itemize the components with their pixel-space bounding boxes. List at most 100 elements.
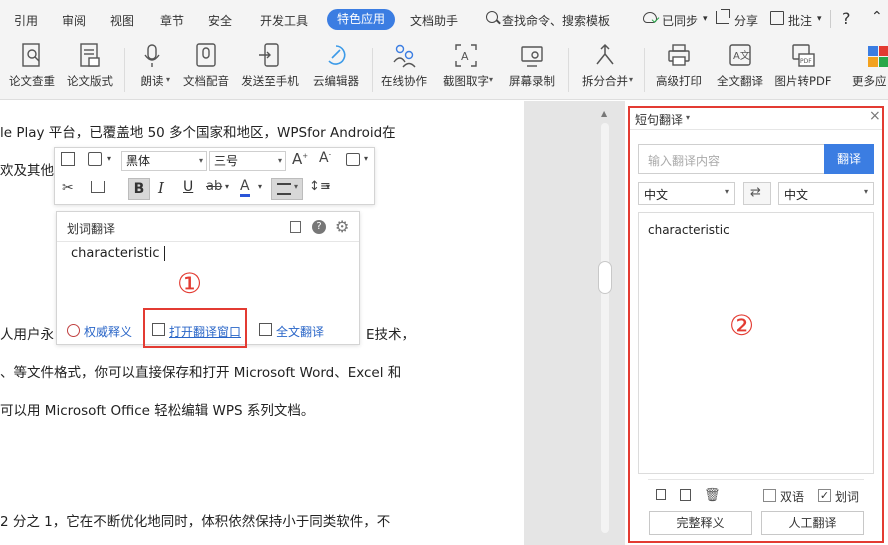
bold-button[interactable]: B bbox=[128, 178, 150, 200]
menu-item-doc-assistant[interactable]: 文档助手 bbox=[410, 12, 458, 29]
translation-result-box[interactable]: characteristic ② bbox=[638, 212, 874, 474]
target-language-select[interactable]: 中文 ▾ bbox=[778, 182, 874, 205]
paste-chevron-down-icon[interactable]: ▾ bbox=[107, 154, 111, 163]
comment-chevron-down-icon[interactable]: ▾ bbox=[817, 14, 822, 24]
sync-status[interactable]: 已同步 bbox=[662, 12, 698, 29]
source-lang-chevron-down-icon: ▾ bbox=[724, 187, 729, 196]
ribbon-divider bbox=[644, 48, 645, 92]
human-translation-button[interactable]: 人工翻译 bbox=[761, 511, 864, 535]
search-commands[interactable]: 查找命令、搜索模板 bbox=[502, 12, 610, 29]
scroll-up-icon[interactable]: ▲ bbox=[601, 109, 607, 118]
online-collab-button[interactable]: 在线协作 bbox=[378, 40, 430, 96]
strikethrough-icon[interactable]: ab bbox=[206, 179, 222, 194]
translation-pane: 短句翻译 ▾ × 输入翻译内容 翻译 中文 ▾ ⇄ 中文 ▾ character… bbox=[628, 106, 884, 543]
full-definition-button[interactable]: 完整释义 bbox=[649, 511, 752, 535]
italic-button[interactable]: I bbox=[158, 179, 164, 197]
delete-icon[interactable]: 🗑 bbox=[704, 488, 721, 503]
more-apps-button[interactable]: 更多应 bbox=[848, 40, 888, 96]
help-circle-icon[interactable]: ? bbox=[312, 220, 326, 234]
target-lang-chevron-down-icon: ▾ bbox=[863, 187, 868, 196]
open-translate-window-link[interactable]: 打开翻译窗口 bbox=[169, 323, 241, 340]
paste-icon[interactable] bbox=[88, 152, 102, 166]
settings-gear-icon[interactable]: ⚙ bbox=[335, 217, 349, 236]
send-to-phone-button[interactable]: 发送至手机 bbox=[238, 40, 302, 96]
align-button[interactable]: ▾ bbox=[271, 178, 303, 200]
font-family-value: 黑体 bbox=[126, 154, 151, 168]
align-center-icon bbox=[277, 183, 291, 195]
pane-title[interactable]: 短句翻译 bbox=[635, 111, 683, 128]
full-translate-icon[interactable] bbox=[259, 323, 272, 336]
font-size-select[interactable]: 三号 ▾ bbox=[209, 151, 286, 171]
scroll-thumb[interactable] bbox=[598, 261, 612, 294]
bilingual-checkbox[interactable] bbox=[763, 489, 776, 502]
clear-format-icon[interactable] bbox=[346, 153, 360, 166]
comment-button[interactable]: 批注 bbox=[788, 12, 812, 29]
source-language-select[interactable]: 中文 ▾ bbox=[638, 182, 735, 205]
sync-chevron-down-icon[interactable]: ▾ bbox=[703, 14, 708, 24]
screen-record-icon bbox=[521, 46, 543, 67]
help-button[interactable]: ? bbox=[842, 9, 851, 28]
font-family-select[interactable]: 黑体 ▾ bbox=[121, 151, 207, 171]
word-select-label: 划词 bbox=[835, 490, 860, 504]
ribbon-divider bbox=[372, 48, 373, 92]
screenshot-ocr-button[interactable]: A 截图取字 ▾ bbox=[436, 40, 496, 96]
ribbon-toolbar: 论文查重 论文版式 朗读 ▾ 文档配音 发送至手机 云编辑器 在线协作 A 截图… bbox=[0, 38, 888, 100]
menu-item-review[interactable]: 审阅 bbox=[62, 12, 86, 29]
advanced-print-button[interactable]: 高级打印 bbox=[650, 40, 708, 96]
cut-icon[interactable]: ✂ bbox=[62, 180, 74, 196]
grow-font-icon[interactable]: A+ bbox=[292, 150, 308, 168]
open-window-icon[interactable] bbox=[152, 323, 165, 336]
paper-check-button[interactable]: 论文查重 bbox=[4, 40, 60, 96]
screen-record-button[interactable]: 屏幕录制 bbox=[504, 40, 560, 96]
swap-language-button[interactable]: ⇄ bbox=[743, 182, 771, 205]
vertical-scrollbar[interactable]: ▲ bbox=[598, 101, 612, 545]
share-button[interactable]: 分享 bbox=[734, 12, 758, 29]
image-to-pdf-button[interactable]: PDF 图片转PDF bbox=[772, 40, 834, 96]
menu-item-developer[interactable]: 开发工具 bbox=[260, 12, 308, 29]
line-spacing-chevron-icon[interactable]: ▾ bbox=[326, 182, 330, 191]
advanced-print-label: 高级打印 bbox=[656, 74, 702, 88]
menu-bar: 引用 审阅 视图 章节 安全 开发工具 特色应用 文档助手 查找命令、搜索模板 … bbox=[0, 0, 888, 38]
floating-format-toolbar: ▾ 黑体 ▾ 三号 ▾ A+ A- ▾ ✂ B I U ab ▾ A ▾ ▾ ↕… bbox=[54, 147, 375, 205]
translate-input[interactable]: 输入翻译内容 bbox=[638, 144, 826, 174]
screen-record-label: 屏幕录制 bbox=[509, 74, 555, 88]
more-menu-chevron-icon[interactable]: ⌃ bbox=[871, 9, 883, 25]
menu-item-security[interactable]: 安全 bbox=[208, 12, 232, 29]
word-translate-title: 划词翻译 bbox=[67, 222, 116, 236]
shrink-font-icon[interactable]: A- bbox=[319, 150, 331, 166]
menu-item-view[interactable]: 视图 bbox=[110, 12, 134, 29]
strike-chevron-icon[interactable]: ▾ bbox=[225, 182, 229, 191]
paper-format-button[interactable]: 论文版式 bbox=[62, 40, 118, 96]
menu-item-chapter[interactable]: 章节 bbox=[160, 12, 184, 29]
cloud-editor-button[interactable]: 云编辑器 bbox=[308, 40, 364, 96]
authority-def-icon[interactable] bbox=[67, 324, 80, 337]
menu-item-special-apps[interactable]: 特色应用 bbox=[327, 9, 395, 30]
clear-format-chevron-icon[interactable]: ▾ bbox=[364, 154, 368, 163]
edit-result-icon[interactable] bbox=[680, 489, 691, 501]
full-translate-link[interactable]: 全文翻译 bbox=[276, 323, 324, 340]
pane-title-chevron-icon[interactable]: ▾ bbox=[686, 113, 690, 122]
scroll-track[interactable] bbox=[601, 123, 609, 533]
read-aloud-button[interactable]: 朗读 ▾ bbox=[130, 40, 174, 96]
menu-item-reference[interactable]: 引用 bbox=[14, 12, 38, 29]
size-chevron-down-icon: ▾ bbox=[277, 156, 282, 165]
svg-text:A文: A文 bbox=[733, 49, 750, 62]
word-select-checkbox[interactable]: ✓ bbox=[818, 489, 831, 502]
selected-word: characteristic bbox=[71, 246, 160, 261]
doc-dubbing-button[interactable]: 文档配音 bbox=[178, 40, 234, 96]
authority-def-link[interactable]: 权威释义 bbox=[84, 323, 132, 340]
full-translate-button[interactable]: A文 全文翻译 bbox=[712, 40, 768, 96]
font-color-chevron-icon[interactable]: ▾ bbox=[258, 182, 262, 191]
full-translate-label: 全文翻译 bbox=[717, 74, 763, 88]
close-icon[interactable]: × bbox=[869, 108, 881, 124]
translate-button[interactable]: 翻译 bbox=[824, 144, 874, 174]
underline-button[interactable]: U bbox=[183, 179, 193, 195]
copy-icon[interactable] bbox=[61, 152, 75, 166]
font-color-icon[interactable]: A bbox=[240, 178, 250, 197]
doc-line-3: 人用户永 bbox=[0, 327, 54, 343]
split-merge-button[interactable]: 拆分合并 ▾ bbox=[574, 40, 636, 96]
copy-result-icon[interactable] bbox=[656, 489, 666, 500]
send-to-phone-icon bbox=[259, 43, 279, 67]
format-painter-icon[interactable] bbox=[91, 181, 105, 193]
copy-result-icon[interactable] bbox=[290, 221, 301, 233]
